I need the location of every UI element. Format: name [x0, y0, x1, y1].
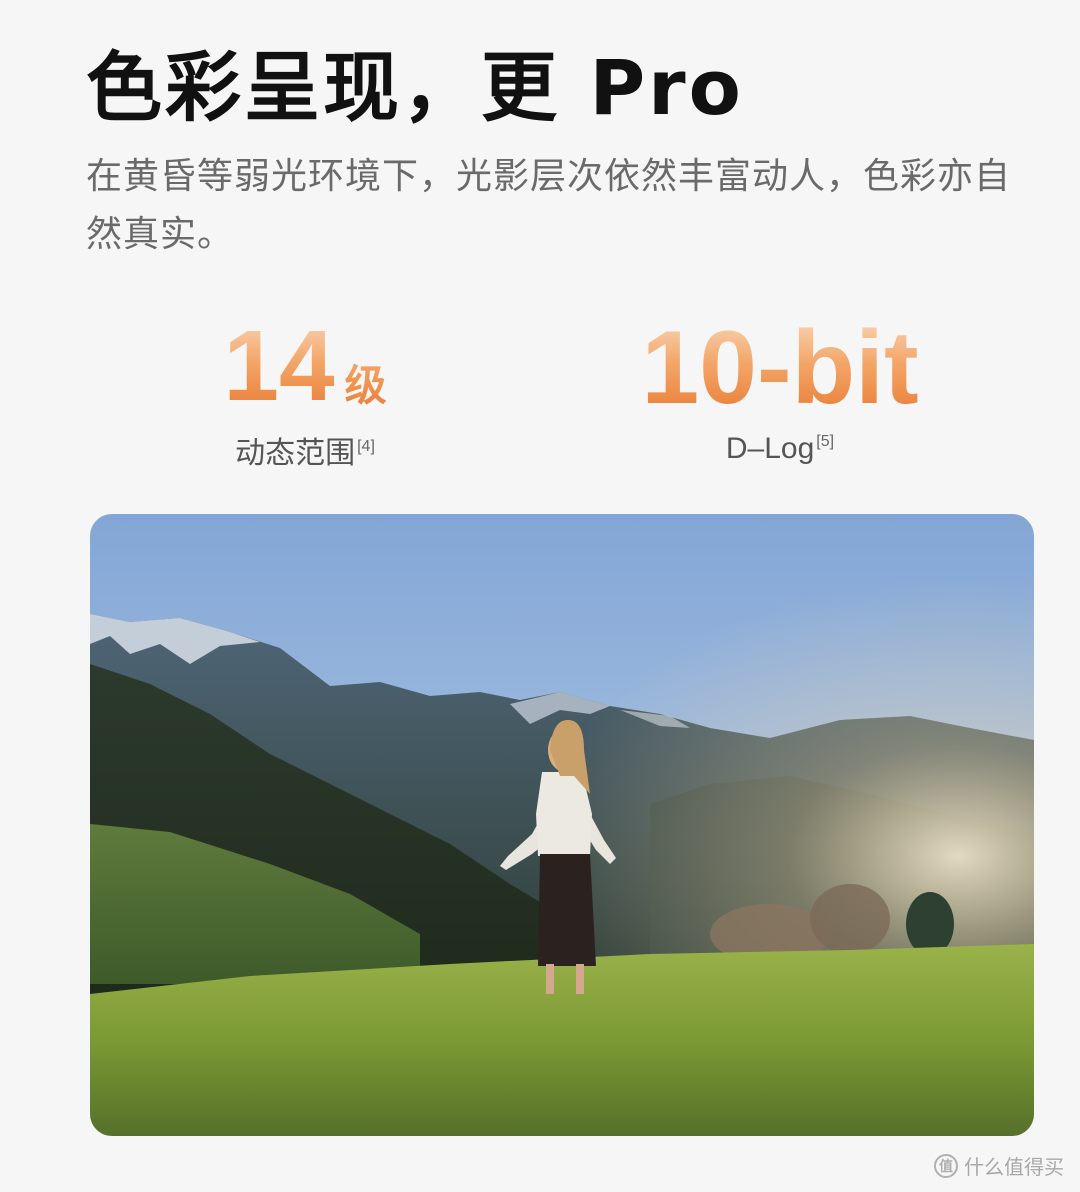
stat-label: 动态范围 [4] [180, 428, 430, 472]
page-title: 色彩呈现，更 Pro [86, 43, 744, 132]
watermark-text: 什么值得买 [964, 1157, 1064, 1179]
stat-dynamic-range: 14 级 动态范围 [4] [180, 316, 430, 472]
page-subtitle: 在黄昏等弱光环境下，光影层次依然丰富动人，色彩亦自然真实。 [86, 156, 1012, 255]
stat-number: 14 [223, 310, 335, 422]
stat-value: 14 级 [180, 316, 430, 416]
stat-label: D–Log [5] [600, 432, 960, 466]
stat-dlog: 10-bit D–Log [5] [600, 316, 960, 466]
stat-label-text: D–Log [725, 432, 815, 465]
footnote-ref: [5] [816, 433, 835, 450]
sample-photo [90, 514, 1034, 1136]
zhide-logo-icon: 值 [934, 1153, 958, 1178]
watermark: 值 什么值得买 [934, 1151, 1064, 1180]
stat-label-text: 动态范围 [235, 437, 356, 470]
stat-value: 10-bit [600, 316, 960, 420]
stat-unit: 级 [344, 362, 387, 409]
footnote-ref: [4] [357, 438, 375, 455]
stat-number: 10-bit [641, 310, 919, 426]
